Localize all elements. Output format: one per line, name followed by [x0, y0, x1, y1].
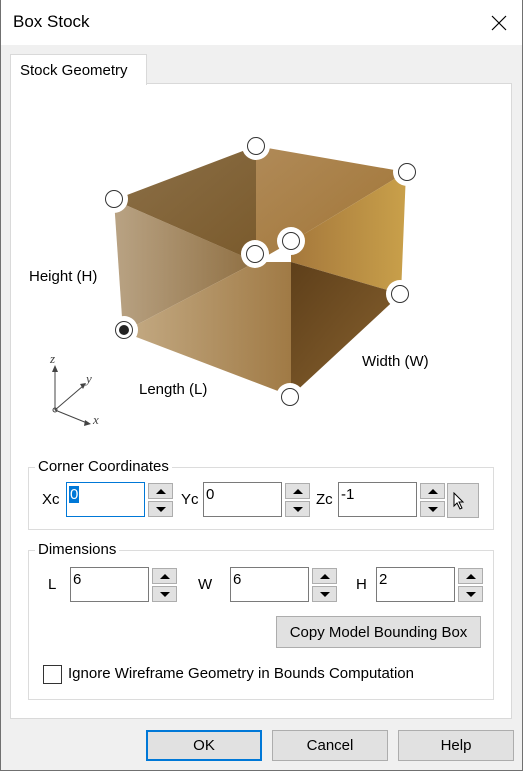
length-label: Length (L): [139, 381, 208, 398]
height-value: 2: [379, 571, 388, 588]
arrow-down-icon: [427, 506, 438, 512]
width-spinner[interactable]: [312, 568, 337, 603]
xc-spinner[interactable]: [148, 483, 173, 518]
zc-increment-button[interactable]: [420, 483, 445, 499]
corner-handle[interactable]: [100, 185, 128, 213]
axis-x-label: x: [93, 412, 99, 427]
corner-handle[interactable]: [242, 132, 270, 160]
close-button[interactable]: [476, 0, 522, 45]
close-icon: [491, 15, 507, 30]
width-input[interactable]: 6: [230, 567, 309, 602]
arrow-up-icon: [159, 573, 170, 579]
arrow-up-icon: [319, 573, 330, 579]
length-input[interactable]: 6: [70, 567, 149, 602]
help-button[interactable]: Help: [398, 730, 514, 761]
arrow-down-icon: [292, 506, 303, 512]
yc-input[interactable]: 0: [203, 482, 282, 517]
zc-decrement-button[interactable]: [420, 501, 445, 517]
title-bar: Box Stock: [1, 0, 522, 45]
ok-button[interactable]: OK: [146, 730, 262, 761]
corner-handle[interactable]: [276, 383, 304, 411]
height-spinner[interactable]: [458, 568, 483, 603]
pick-corner-button[interactable]: [447, 483, 479, 518]
corner-coordinates-title: Corner Coordinates: [35, 458, 172, 475]
width-value: 6: [233, 571, 242, 588]
arrow-up-icon: [155, 488, 166, 494]
xc-input[interactable]: 0: [66, 482, 145, 517]
xc-increment-button[interactable]: [148, 483, 173, 499]
arrow-up-icon: [427, 488, 438, 494]
ignore-wireframe-label[interactable]: Ignore Wireframe Geometry in Bounds Comp…: [68, 665, 414, 682]
tab-stock-geometry[interactable]: Stock Geometry: [10, 54, 147, 85]
zc-input[interactable]: -1: [338, 482, 417, 517]
zc-label: Zc: [316, 491, 333, 508]
corner-handle[interactable]: [393, 158, 421, 186]
yc-value: 0: [206, 486, 215, 503]
zc-spinner[interactable]: [420, 483, 445, 518]
xc-value: 0: [69, 486, 80, 503]
height-increment-button[interactable]: [458, 568, 483, 584]
arrow-down-icon: [159, 591, 170, 597]
yc-spinner[interactable]: [285, 483, 310, 518]
axis-z-label: z: [50, 351, 56, 366]
arrow-down-icon: [155, 506, 166, 512]
height-label: Height (H): [29, 268, 98, 285]
length-value: 6: [73, 571, 82, 588]
arrow-up-icon: [292, 488, 303, 494]
cursor-arrow-icon: [453, 491, 465, 510]
height-input[interactable]: 2: [376, 567, 455, 602]
xc-decrement-button[interactable]: [148, 501, 173, 517]
copy-model-bounding-box-button[interactable]: Copy Model Bounding Box: [276, 616, 481, 648]
height-field-label: H: [356, 576, 367, 593]
corner-handle-selected[interactable]: [110, 316, 138, 344]
width-increment-button[interactable]: [312, 568, 337, 584]
corner-handle[interactable]: [277, 227, 305, 255]
xc-label: Xc: [42, 491, 60, 508]
arrow-up-icon: [465, 573, 476, 579]
length-decrement-button[interactable]: [152, 586, 177, 602]
yc-decrement-button[interactable]: [285, 501, 310, 517]
height-decrement-button[interactable]: [458, 586, 483, 602]
dimensions-title: Dimensions: [35, 541, 120, 558]
box-stock-dialog: Box Stock Stock Geometry Height (H) Leng…: [0, 0, 523, 771]
ignore-wireframe-checkbox[interactable]: [43, 665, 62, 684]
length-field-label: L: [48, 576, 57, 593]
width-label: Width (W): [362, 353, 429, 370]
zc-value: -1: [341, 486, 355, 503]
corner-handle[interactable]: [386, 280, 414, 308]
width-field-label: W: [198, 576, 213, 593]
dialog-title: Box Stock: [13, 12, 90, 31]
length-spinner[interactable]: [152, 568, 177, 603]
yc-increment-button[interactable]: [285, 483, 310, 499]
length-increment-button[interactable]: [152, 568, 177, 584]
axis-y-label: y: [86, 371, 92, 386]
yc-label: Yc: [181, 491, 199, 508]
cancel-button[interactable]: Cancel: [272, 730, 388, 761]
arrow-down-icon: [465, 591, 476, 597]
tab-label: Stock Geometry: [20, 62, 128, 79]
width-decrement-button[interactable]: [312, 586, 337, 602]
corner-handle[interactable]: [241, 240, 269, 268]
arrow-down-icon: [319, 591, 330, 597]
